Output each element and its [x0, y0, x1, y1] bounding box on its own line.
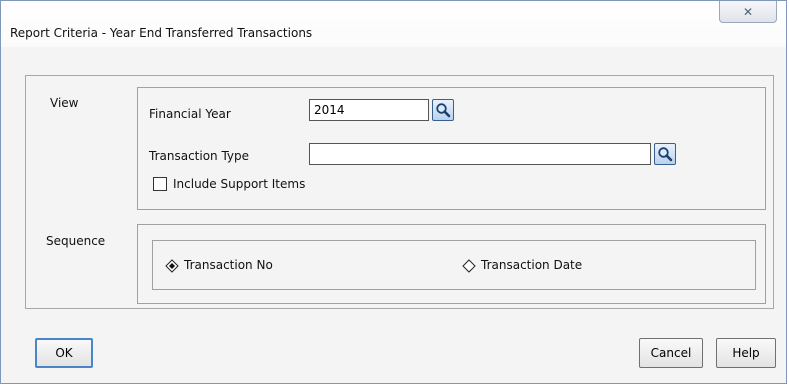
financial-year-input[interactable]: 2014 [309, 99, 429, 121]
cancel-button[interactable]: Cancel [639, 338, 703, 368]
transaction-date-label: Transaction Date [481, 258, 583, 272]
report-criteria-dialog: Report Criteria - Year End Transferred T… [0, 0, 787, 384]
ok-button[interactable]: OK [35, 338, 93, 368]
radio-unselected-icon [462, 259, 476, 273]
radio-selected-icon [165, 259, 179, 273]
transaction-type-label: Transaction Type [149, 149, 250, 163]
title-bar: Report Criteria - Year End Transferred T… [1, 1, 786, 47]
sequence-section-label: Sequence [46, 234, 106, 248]
transaction-type-input[interactable] [309, 143, 651, 165]
window-title: Report Criteria - Year End Transferred T… [10, 26, 313, 40]
close-button[interactable]: ✕ [719, 1, 777, 23]
close-icon: ✕ [742, 4, 754, 19]
transaction-no-label: Transaction No [184, 258, 273, 272]
radio-transaction-date[interactable]: Transaction Date [462, 258, 632, 274]
financial-year-lookup-button[interactable] [432, 99, 454, 121]
include-support-items-label: Include Support Items [173, 177, 306, 191]
sequence-outer-group: Transaction No Transaction Date [137, 224, 766, 304]
help-button[interactable]: Help [716, 338, 776, 368]
magnifier-icon [658, 147, 673, 162]
financial-year-label: Financial Year [149, 107, 231, 121]
sequence-group: Transaction No Transaction Date [152, 240, 756, 290]
magnifier-icon [436, 103, 451, 118]
transaction-type-lookup-button[interactable] [654, 143, 676, 165]
radio-transaction-no[interactable]: Transaction No [165, 258, 325, 274]
include-support-items-checkbox[interactable] [153, 177, 167, 191]
criteria-panel: View Financial Year 2014 Transaction Typ… [25, 75, 774, 309]
view-group: Financial Year 2014 Transaction Type Inc… [137, 87, 766, 210]
view-section-label: View [50, 96, 79, 110]
